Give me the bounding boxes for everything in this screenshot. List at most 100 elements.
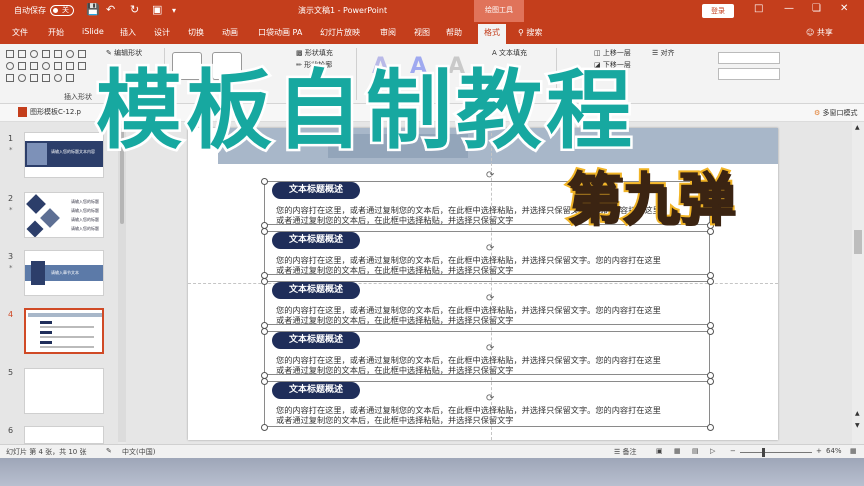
resize-handle[interactable] [707, 378, 714, 385]
slide-thumbnail-3[interactable]: 请输入章节文本 [24, 250, 104, 296]
item-title-pill[interactable]: 文本标题概述 [272, 232, 360, 249]
tab-animations[interactable]: 动画 [222, 27, 238, 38]
slide-sorter-icon[interactable]: ▦ [674, 447, 681, 455]
shape-rect-icon[interactable] [6, 74, 14, 82]
slideshow-icon[interactable]: ▷ [710, 447, 715, 455]
item-text-line[interactable]: 或者通过复制您的文本后，在此框中选择粘贴，并选择只保留文字 [276, 415, 716, 425]
zoom-in-icon[interactable]: + [816, 447, 822, 455]
multi-window-button[interactable]: ⚙ 多窗口模式 [814, 108, 858, 118]
tab-review[interactable]: 审阅 [380, 27, 396, 38]
rotate-handle-icon[interactable]: ⟳ [486, 293, 494, 304]
resize-handle[interactable] [261, 178, 268, 185]
canvas-scrollbar[interactable]: ▲ ▲ ▼ [852, 122, 864, 444]
resize-handle[interactable] [261, 378, 268, 385]
resize-handle[interactable] [261, 228, 268, 235]
item-title-pill[interactable]: 文本标题概述 [272, 282, 360, 299]
rotate-handle-icon[interactable]: ⟳ [486, 393, 494, 404]
shape-rect-icon[interactable] [54, 50, 62, 58]
item-text-line[interactable]: 或者通过复制您的文本后，在此框中选择粘贴，并选择只保留文字 [276, 265, 716, 275]
fit-slide-icon[interactable]: ▦ [850, 447, 857, 455]
align-button[interactable]: ☰ 对齐 [652, 48, 675, 58]
shape-fill-button[interactable]: ▩ 形状填充 [296, 48, 333, 58]
shape-rect-icon[interactable] [42, 74, 50, 82]
search-box[interactable]: ⚲ 搜索 [518, 27, 542, 38]
zoom-slider-track[interactable] [740, 452, 812, 453]
tab-view[interactable]: 视图 [414, 27, 430, 38]
tab-home[interactable]: 开始 [48, 27, 64, 38]
bring-forward-button[interactable]: ◫ 上移一层 [594, 48, 631, 58]
item-text-line[interactable]: 您的内容打在这里，或者通过复制您的文本后，在此框中选择粘贴，并选择只保留文字。您… [276, 355, 716, 365]
save-icon[interactable]: 💾 [86, 3, 100, 16]
item-text-line[interactable]: 您的内容打在这里，或者通过复制您的文本后，在此框中选择粘贴，并选择只保留文字。您… [276, 305, 716, 315]
slide-thumbnail-4[interactable] [24, 308, 104, 354]
shape-height-input[interactable] [718, 52, 780, 64]
resize-handle[interactable] [707, 424, 714, 431]
slide-thumbnail-1[interactable]: 请输入您的标题文本内容 [24, 132, 104, 178]
shape-rect-icon[interactable] [78, 50, 86, 58]
tab-help[interactable]: 帮助 [446, 27, 462, 38]
item-title-pill[interactable]: 文本标题概述 [272, 182, 360, 199]
scroll-up-icon[interactable]: ▲ [855, 124, 860, 131]
login-button[interactable]: 登录 [702, 4, 734, 18]
canvas-scrollbar-thumb[interactable] [854, 230, 862, 254]
tab-file[interactable]: 文件 [12, 27, 28, 38]
text-fill-button[interactable]: A 文本填充 [492, 48, 527, 58]
item-title-pill[interactable]: 文本标题概述 [272, 382, 360, 399]
item-text-line[interactable]: 或者通过复制您的文本后，在此框中选择粘贴，并选择只保留文字 [276, 315, 716, 325]
shape-rect-icon[interactable] [42, 50, 50, 58]
thumbnail-scrollbar[interactable] [118, 124, 126, 442]
zoom-level[interactable]: 64% [826, 447, 842, 455]
shape-oval-icon[interactable] [66, 50, 74, 58]
close-icon[interactable]: ✕ [840, 3, 848, 14]
maximize-icon[interactable]: ❏ [812, 3, 821, 14]
resize-handle[interactable] [261, 328, 268, 335]
shape-rect-icon[interactable] [54, 62, 62, 70]
resize-handle[interactable] [707, 328, 714, 335]
shape-rect-icon[interactable] [18, 62, 26, 70]
item-text-line[interactable]: 或者通过复制您的文本后，在此框中选择粘贴，并选择只保留文字 [276, 365, 716, 375]
shape-oval-icon[interactable] [30, 50, 38, 58]
resize-handle[interactable] [261, 278, 268, 285]
zoom-slider-knob[interactable] [762, 448, 765, 457]
ribbon-display-icon[interactable]: □ [754, 3, 763, 14]
tab-pocket-animation[interactable]: 口袋动画 PA [258, 27, 302, 38]
tab-insert[interactable]: 插入 [120, 27, 136, 38]
shape-rect-icon[interactable] [6, 50, 14, 58]
shape-rect-icon[interactable] [78, 62, 86, 70]
shape-rect-icon[interactable] [18, 50, 26, 58]
shape-oval-icon[interactable] [42, 62, 50, 70]
item-title-pill[interactable]: 文本标题概述 [272, 332, 360, 349]
share-button[interactable]: ☺ 共享 [806, 27, 833, 38]
slide-thumbnail-2[interactable]: 请输入您的标题 请输入您的标题 请输入您的标题 请输入您的标题 [24, 192, 104, 238]
shape-gallery[interactable] [4, 48, 104, 88]
rotate-handle-icon[interactable]: ⟳ [486, 170, 494, 181]
slide-thumbnail-6[interactable] [24, 426, 104, 444]
slide-thumbnail-5[interactable] [24, 368, 104, 414]
tab-design[interactable]: 设计 [154, 27, 170, 38]
shape-rect-icon[interactable] [66, 74, 74, 82]
rotate-handle-icon[interactable]: ⟳ [486, 243, 494, 254]
redo-icon[interactable]: ↻ [130, 3, 139, 16]
shape-rect-icon[interactable] [30, 74, 38, 82]
document-tab[interactable]: 图形模板C-12.p [18, 107, 81, 117]
present-icon[interactable]: ▣ [152, 3, 162, 16]
edit-shape-button[interactable]: ✎ 编辑形状 [106, 48, 142, 58]
shape-oval-icon[interactable] [6, 62, 14, 70]
normal-view-icon[interactable]: ▣ [656, 447, 663, 455]
spellcheck-icon[interactable]: ✎ [106, 447, 112, 455]
rotate-handle-icon[interactable]: ⟳ [486, 343, 494, 354]
tab-transitions[interactable]: 切换 [188, 27, 204, 38]
shape-oval-icon[interactable] [18, 74, 26, 82]
shape-oval-icon[interactable] [54, 74, 62, 82]
resize-handle[interactable] [261, 424, 268, 431]
notes-button[interactable]: ☰ 备注 [614, 447, 637, 457]
resize-handle[interactable] [707, 278, 714, 285]
item-text-line[interactable]: 您的内容打在这里，或者通过复制您的文本后，在此框中选择粘贴，并选择只保留文字。您… [276, 405, 716, 415]
tab-slideshow[interactable]: 幻灯片放映 [320, 27, 360, 38]
minimize-icon[interactable]: — [784, 3, 794, 14]
shape-rect-icon[interactable] [30, 62, 38, 70]
item-text-line[interactable]: 您的内容打在这里，或者通过复制您的文本后，在此框中选择粘贴，并选择只保留文字。您… [276, 255, 716, 265]
tab-islide[interactable]: iSlide [82, 27, 104, 36]
undo-icon[interactable]: ↶ [106, 3, 115, 16]
next-slide-icon[interactable]: ▼ [855, 422, 860, 429]
